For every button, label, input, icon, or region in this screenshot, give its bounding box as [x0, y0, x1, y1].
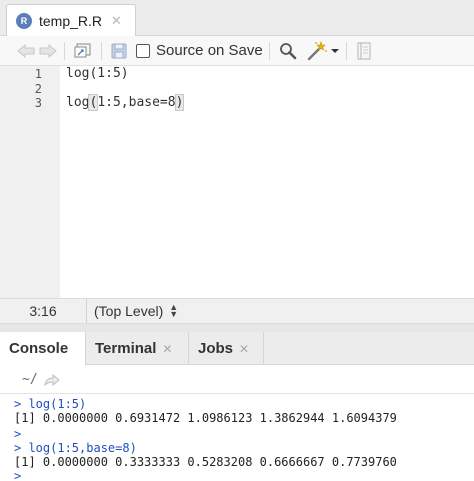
tab-label: Jobs	[198, 340, 234, 357]
line-number-gutter: 1 2 3	[0, 66, 60, 298]
save-icon	[111, 43, 127, 58]
arrow-left-icon	[17, 43, 35, 58]
scope-label: (Top Level)	[94, 303, 164, 319]
source-on-save-checkbox[interactable]	[136, 43, 150, 58]
console-header: ~/	[0, 366, 474, 394]
close-icon[interactable]: ✕	[239, 342, 249, 356]
tab-jobs[interactable]: Jobs ✕	[189, 332, 264, 365]
tab-terminal[interactable]: Terminal ✕	[86, 332, 189, 365]
file-tab-temp-r[interactable]: R temp_R.R ✕	[6, 4, 136, 37]
cursor-position: 3:16	[29, 303, 57, 319]
code-tools-button[interactable]	[306, 39, 340, 63]
close-icon[interactable]: ✕	[162, 342, 172, 356]
code-editor[interactable]: 1 2 3 log(1:5) log(1:5,base=8)	[0, 66, 474, 298]
back-button[interactable]	[16, 39, 36, 63]
toolbar-separator	[268, 41, 270, 60]
source-on-save-toggle[interactable]: Source on Save	[136, 39, 263, 63]
code-line[interactable]: log(1:5)	[66, 66, 129, 81]
code-token: 1:5,base=8	[97, 95, 176, 110]
r-file-icon: R	[16, 13, 32, 29]
line-number: 3	[34, 96, 42, 110]
line-number: 2	[34, 82, 42, 96]
console-prompt: >	[14, 427, 22, 441]
notebook-icon	[357, 42, 371, 59]
console-prompt[interactable]: >	[14, 469, 21, 481]
save-button[interactable]	[108, 39, 130, 63]
file-tab-label: temp_R.R	[39, 13, 103, 29]
find-replace-button[interactable]	[276, 39, 300, 63]
code-token: log	[66, 95, 90, 110]
console-tab-bar: Console Terminal ✕ Jobs ✕	[0, 332, 474, 366]
search-icon	[279, 42, 297, 59]
show-in-window-button[interactable]	[71, 39, 95, 63]
editor-toolbar: Source on Save	[0, 36, 474, 66]
close-icon[interactable]: ✕	[111, 13, 122, 29]
chevron-down-icon	[330, 48, 339, 53]
forward-button[interactable]	[38, 39, 58, 63]
toolbar-separator	[345, 41, 347, 60]
tab-console[interactable]: Console	[0, 332, 86, 366]
console-command: > log(1:5,base=8)	[14, 441, 137, 455]
console-result: [1] 0.0000000 0.6931472 1.0986123 1.3862…	[14, 411, 397, 425]
tab-label: Console	[9, 340, 69, 357]
arrow-right-icon	[39, 43, 57, 58]
console-output[interactable]: > log(1:5) [1] 0.0000000 0.6931472 1.098…	[0, 394, 474, 481]
matching-paren-highlight: )	[174, 94, 185, 111]
editor-status-bar: 3:16 (Top Level) ▲ ▼	[0, 298, 474, 324]
arrow-right-icon	[44, 373, 60, 386]
code-line[interactable]: log(1:5,base=8)	[66, 94, 185, 111]
tab-label: Terminal	[95, 340, 157, 357]
scope-selector[interactable]: (Top Level) ▲ ▼	[94, 302, 179, 320]
toolbar-separator	[101, 41, 102, 60]
console-command: > log(1:5)	[14, 397, 87, 411]
magic-wand-icon	[307, 40, 327, 60]
updown-arrows-icon: ▲ ▼	[169, 302, 179, 319]
working-directory: ~/	[22, 372, 38, 387]
status-separator	[86, 299, 87, 323]
editor-tab-bar: R temp_R.R ✕	[0, 0, 474, 37]
compile-report-button[interactable]	[353, 39, 375, 63]
show-in-new-window-icon	[74, 43, 91, 57]
text-cursor	[183, 95, 185, 110]
line-number: 1	[34, 67, 42, 81]
source-on-save-label: Source on Save	[156, 42, 263, 59]
toolbar-separator	[64, 41, 65, 60]
go-to-directory-button[interactable]	[44, 373, 60, 386]
pane-splitter[interactable]	[0, 324, 474, 332]
console-result: [1] 0.0000000 0.3333333 0.5283208 0.6666…	[14, 455, 397, 469]
